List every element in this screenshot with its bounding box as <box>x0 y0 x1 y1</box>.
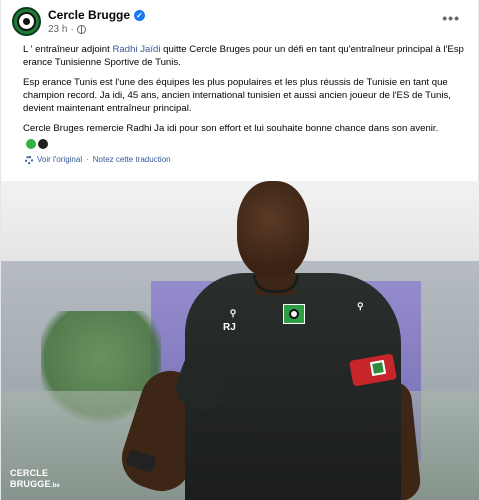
more-options-button[interactable]: ••• <box>442 11 460 25</box>
post-meta: 23 h · <box>48 24 86 35</box>
page-name-row: Cercle Brugge ✓ <box>48 8 146 22</box>
mention-link[interactable]: Radhi Jaïdi <box>112 44 160 55</box>
club-logo-icon <box>17 12 36 31</box>
rate-translation-link[interactable]: Notez cette traduction <box>93 155 171 164</box>
kappa-sleeve-logo-icon: ⚲ <box>357 301 364 311</box>
post-paragraph-1: L ' entraîneur adjoint Radhi Jaïdi quitt… <box>23 43 468 69</box>
coach-head <box>237 181 309 277</box>
armband-logo-icon <box>369 359 387 377</box>
post-text: L ' entraîneur adjoint Radhi Jaïdi quitt… <box>23 43 468 142</box>
jersey-initials: RJ <box>223 322 236 333</box>
watermark-line-2: BRUGGE.be <box>10 479 60 492</box>
page-name[interactable]: Cercle Brugge <box>48 8 130 22</box>
post-card: Cercle Brugge ✓ 23 h · ••• L ' entraîneu… <box>0 0 479 500</box>
globe-icon[interactable] <box>76 25 86 34</box>
club-crest-icon <box>283 304 305 324</box>
separator: · <box>86 155 89 164</box>
watermark-suffix: .be <box>50 483 60 489</box>
see-original-link[interactable]: Voir l'original <box>37 155 82 164</box>
post-paragraph-2: Esp erance Tunis est l'une des équipes l… <box>23 77 451 114</box>
post-photo[interactable]: ⚲ ⚲ RJ CERCLE BRUGGE.be <box>1 181 479 500</box>
black-circle-icon <box>38 139 48 149</box>
green-circle-icon <box>26 139 36 149</box>
post-header: Cercle Brugge ✓ 23 h · ••• <box>12 7 468 37</box>
post-timestamp[interactable]: 23 h <box>48 24 67 35</box>
post-paragraph-3: Cercle Bruges remercie Radhi Ja idi pour… <box>23 123 439 134</box>
page-avatar[interactable] <box>12 7 41 36</box>
watermark: CERCLE BRUGGE.be <box>10 468 60 492</box>
emoji-row <box>26 139 48 149</box>
watermark-line-1: CERCLE <box>10 468 49 478</box>
verified-badge-icon: ✓ <box>134 9 146 21</box>
watermark-brand: BRUGGE <box>10 479 51 489</box>
kappa-logo-icon: ⚲ <box>229 308 237 318</box>
gear-icon <box>25 155 33 164</box>
translation-row: Voir l'original · Notez cette traduction <box>25 155 171 164</box>
meta-dot: · <box>70 24 74 35</box>
paragraph-text: L ' entraîneur adjoint <box>23 44 113 55</box>
